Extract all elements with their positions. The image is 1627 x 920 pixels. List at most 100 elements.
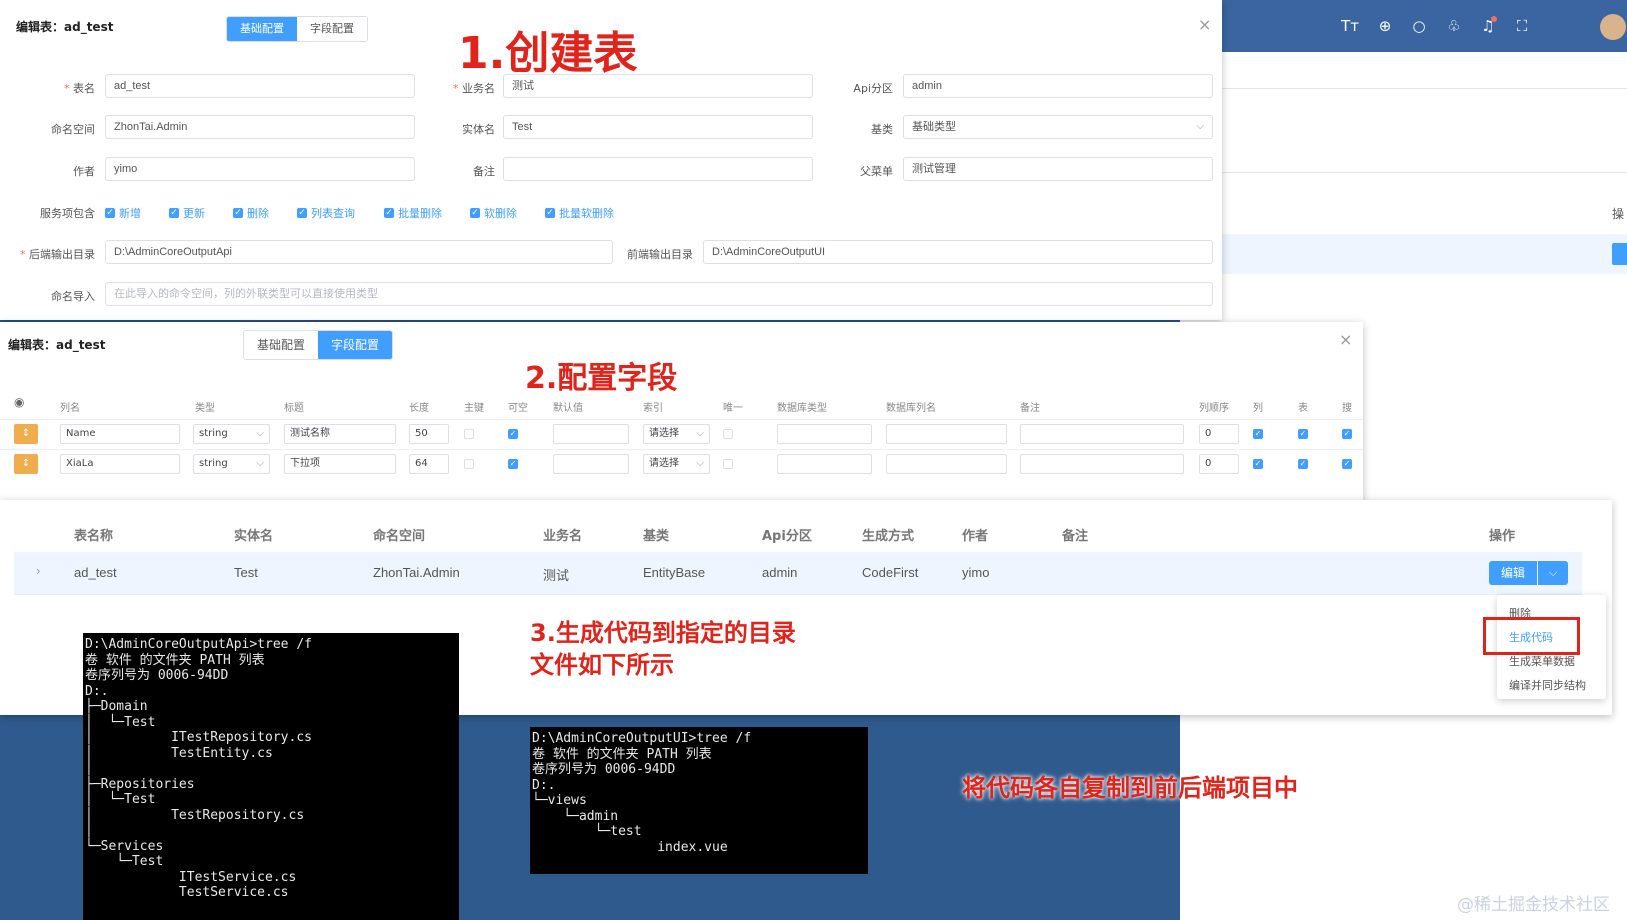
tab-group: 基础配置 字段配置	[243, 330, 394, 360]
tab-basic-config[interactable]: 基础配置	[227, 17, 297, 41]
terminal-api-line: │ └─Test	[85, 714, 156, 730]
primary-key-checkbox[interactable]	[464, 459, 474, 469]
namespace-input[interactable]: ZhonTai.Admin	[105, 115, 415, 139]
search-checkbox[interactable]: ✓	[1342, 459, 1352, 469]
primary-key-checkbox[interactable]	[464, 429, 474, 439]
chevron-down-icon: ⌵	[696, 458, 704, 469]
terminal-ui-output: D:\AdminCoreOutputUI>tree /f 卷 软件 的文件夹 PA…	[530, 727, 868, 874]
db-type-input[interactable]	[777, 454, 872, 474]
search-icon[interactable]: ○	[1409, 16, 1429, 36]
author-input[interactable]: yimo	[105, 157, 415, 181]
terminal-api-line: D:\AdminCoreOutputApi>tree /f	[85, 637, 312, 652]
field-length-input[interactable]: 64	[409, 454, 449, 474]
table-name-input[interactable]: ad_test	[105, 74, 415, 98]
edit-table-dialog-fields: 编辑表：ad_test 基础配置 字段配置 × ◉ 列名 类型 标题 长度 主键…	[0, 322, 1363, 507]
terminal-ui-line: └─views	[532, 793, 587, 808]
column-checkbox[interactable]: ✓	[1253, 459, 1263, 469]
label-remark: 备注	[473, 165, 495, 178]
checkbox-service-add[interactable]: ✓ 新增	[105, 205, 141, 221]
search-checkbox[interactable]: ✓	[1342, 429, 1352, 439]
db-type-input[interactable]	[777, 424, 872, 444]
frontend-dir-input[interactable]: D:\AdminCoreOutputUI	[703, 240, 1213, 264]
default-value-input[interactable]	[553, 424, 629, 444]
index-placeholder: 请选择	[649, 428, 679, 439]
globe-icon[interactable]: ⊕	[1375, 16, 1395, 36]
cell-entity: Test	[234, 565, 258, 580]
divider	[14, 594, 1582, 595]
close-icon[interactable]: ×	[1198, 15, 1211, 34]
namespace-import-input[interactable]: 在此导入的命令空间，列的外联类型可以直接使用类型	[105, 282, 1213, 306]
field-remark-input[interactable]	[1020, 424, 1184, 444]
checkbox-service-soft-delete[interactable]: ✓ 软删除	[470, 205, 517, 221]
highlight-box	[1483, 617, 1580, 655]
unique-checkbox[interactable]	[723, 459, 733, 469]
tab-field-config[interactable]: 字段配置	[297, 17, 367, 41]
field-length-input[interactable]: 50	[409, 424, 449, 444]
bell-icon[interactable]: ♫	[1478, 16, 1498, 36]
avatar[interactable]	[1600, 14, 1626, 40]
field-remark-input[interactable]	[1020, 454, 1184, 474]
nullable-checkbox[interactable]: ✓	[508, 429, 518, 439]
tab-field-config[interactable]: 字段配置	[318, 331, 393, 359]
fullscreen-icon[interactable]: ⛶	[1512, 16, 1532, 36]
chevron-down-icon: ⌵	[696, 428, 704, 439]
entity-name-input[interactable]: Test	[503, 115, 813, 139]
shirt-icon[interactable]: ♧	[1444, 16, 1464, 36]
parent-menu-input[interactable]: 测试管理	[903, 157, 1213, 181]
menu-item-compile-sync[interactable]: 编译并同步结构	[1509, 677, 1586, 693]
base-class-select[interactable]: 基础类型 ⌵	[903, 115, 1213, 139]
menu-item-generate-menu[interactable]: 生成菜单数据	[1509, 653, 1575, 669]
drag-handle-icon[interactable]: ↕	[14, 424, 38, 444]
cell-table-name: ad_test	[74, 565, 117, 580]
drag-handle-icon[interactable]: ↕	[14, 454, 38, 474]
backend-dir-input[interactable]: D:\AdminCoreOutputApi	[105, 240, 613, 264]
column-header: 可空	[508, 403, 528, 414]
table-row[interactable]: › ad_test Test ZhonTai.Admin 测试 EntityBa…	[14, 552, 1582, 594]
field-type-select[interactable]: string ⌵	[193, 424, 270, 444]
column-checkbox[interactable]: ✓	[1253, 429, 1263, 439]
edit-button-partial[interactable]	[1612, 243, 1627, 265]
field-type-select[interactable]: string ⌵	[193, 454, 270, 474]
terminal-api-line: └─Test	[85, 854, 164, 869]
column-order-input[interactable]: 0	[1199, 454, 1239, 474]
field-name-input[interactable]: Name	[60, 424, 180, 444]
checkbox-service-update[interactable]: ✓ 更新	[169, 205, 205, 221]
expand-chevron-icon[interactable]: ›	[36, 563, 40, 578]
field-title-input[interactable]: 测试名称	[284, 424, 396, 444]
default-value-input[interactable]	[553, 454, 629, 474]
index-select[interactable]: 请选择 ⌵	[643, 454, 710, 474]
index-select[interactable]: 请选择 ⌵	[643, 424, 710, 444]
remark-input[interactable]	[503, 157, 813, 181]
terminal-api-line: │ └─Test	[85, 792, 156, 807]
tab-basic-config[interactable]: 基础配置	[244, 331, 319, 359]
checkbox-label: 软删除	[484, 207, 517, 220]
checkbox-service-batch-delete[interactable]: ✓ 批量删除	[384, 205, 442, 221]
dropdown-chevron-icon[interactable]: ⌵	[1538, 561, 1568, 585]
field-type-value: string	[199, 428, 228, 439]
tab-group: 基础配置 字段配置	[226, 16, 368, 42]
terminal-ui-line: └─admin	[532, 808, 619, 824]
column-header: 表	[1298, 403, 1308, 414]
edit-button[interactable]: 编辑	[1489, 561, 1537, 585]
db-column-name-input[interactable]	[886, 454, 1007, 474]
field-title-input[interactable]: 下拉项	[284, 454, 396, 474]
unique-checkbox[interactable]	[723, 429, 733, 439]
db-column-name-input[interactable]	[886, 424, 1007, 444]
column-header: 类型	[195, 403, 215, 414]
divider	[1180, 172, 1627, 173]
column-header: 唯一	[723, 403, 743, 414]
font-size-icon[interactable]: Tт	[1340, 16, 1360, 36]
label-api-area: Api分区	[853, 82, 893, 95]
nullable-checkbox[interactable]: ✓	[508, 459, 518, 469]
checkbox-service-delete[interactable]: ✓ 删除	[233, 205, 269, 221]
checkbox-service-list-query[interactable]: ✓ 列表查询	[297, 205, 355, 221]
close-icon[interactable]: ×	[1339, 330, 1352, 349]
column-order-input[interactable]: 0	[1199, 424, 1239, 444]
checkbox-service-batch-soft-delete[interactable]: ✓ 批量软删除	[545, 205, 614, 221]
field-name-input[interactable]: XiaLa	[60, 454, 180, 474]
cell-api: admin	[762, 565, 798, 580]
table-checkbox[interactable]: ✓	[1298, 459, 1308, 469]
table-checkbox[interactable]: ✓	[1298, 429, 1308, 439]
column-header: 备注	[1062, 529, 1089, 544]
api-area-input[interactable]: admin	[903, 74, 1213, 98]
